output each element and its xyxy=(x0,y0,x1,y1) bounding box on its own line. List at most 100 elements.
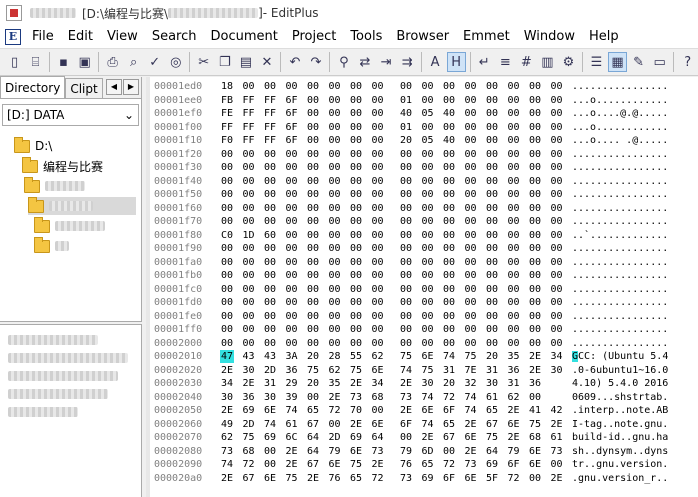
hex-byte[interactable]: 00 xyxy=(349,242,363,255)
hex-byte[interactable]: 00 xyxy=(507,296,521,309)
paste-icon[interactable]: ▤ xyxy=(236,52,255,72)
hex-byte[interactable]: 00 xyxy=(421,215,435,228)
hex-byte[interactable]: 00 xyxy=(371,404,385,417)
hex-byte[interactable]: 2E xyxy=(399,404,413,417)
hex-byte[interactable]: 00 xyxy=(442,161,456,174)
hex-byte[interactable]: 6E xyxy=(263,404,277,417)
hex-byte[interactable]: 00 xyxy=(220,256,234,269)
cut-icon[interactable]: ✂ xyxy=(194,52,213,72)
menu-document[interactable]: Document xyxy=(203,26,284,48)
hex-byte[interactable]: 00 xyxy=(528,161,542,174)
hex-byte[interactable]: 74 xyxy=(421,391,435,404)
hex-byte[interactable]: 00 xyxy=(242,269,256,282)
hex-byte[interactable]: 00 xyxy=(442,242,456,255)
hex-byte[interactable]: 00 xyxy=(464,161,478,174)
hex-byte[interactable]: 34 xyxy=(550,350,564,363)
hex-byte[interactable]: 00 xyxy=(485,310,499,323)
hex-byte[interactable]: 6F xyxy=(442,404,456,417)
hex-byte[interactable]: 00 xyxy=(550,283,564,296)
hex-byte[interactable]: 35 xyxy=(328,377,342,390)
hex-byte[interactable]: 00 xyxy=(285,175,299,188)
hex-byte[interactable]: 00 xyxy=(242,175,256,188)
blurred-file-item[interactable] xyxy=(8,371,118,381)
hex-byte[interactable]: 00 xyxy=(507,337,521,350)
hex-byte[interactable]: 00 xyxy=(485,121,499,134)
hex-byte[interactable]: 00 xyxy=(328,418,342,431)
hex-byte[interactable]: 00 xyxy=(220,242,234,255)
hex-byte[interactable]: 00 xyxy=(263,175,277,188)
hex-byte[interactable]: 79 xyxy=(328,445,342,458)
hex-byte[interactable]: 00 xyxy=(485,296,499,309)
hex-ascii[interactable]: ................ xyxy=(572,188,668,201)
hex-byte[interactable]: 00 xyxy=(528,242,542,255)
hex-byte[interactable]: 6E xyxy=(328,458,342,471)
hex-byte[interactable]: 00 xyxy=(550,80,564,93)
hex-byte[interactable]: 2E xyxy=(507,404,521,417)
hex-byte[interactable]: 00 xyxy=(442,269,456,282)
hex-byte[interactable]: 00 xyxy=(306,94,320,107)
hex-byte[interactable]: 47 xyxy=(220,350,234,363)
hex-byte[interactable]: 00 xyxy=(528,121,542,134)
hex-byte[interactable]: 00 xyxy=(550,269,564,282)
hex-byte[interactable]: 00 xyxy=(242,215,256,228)
hex-byte[interactable]: 00 xyxy=(442,202,456,215)
hex-ascii[interactable]: ................ xyxy=(572,175,668,188)
hex-byte[interactable]: 73 xyxy=(220,445,234,458)
hex-byte[interactable]: 73 xyxy=(349,391,363,404)
menu-file[interactable]: File xyxy=(25,26,61,48)
hex-byte[interactable]: 00 xyxy=(485,323,499,336)
hex-byte[interactable]: 31 xyxy=(485,364,499,377)
hex-byte[interactable]: 72 xyxy=(371,472,385,485)
hex-byte[interactable]: 00 xyxy=(285,256,299,269)
menu-project[interactable]: Project xyxy=(285,26,343,48)
hex-byte[interactable]: 00 xyxy=(485,107,499,120)
hex-byte[interactable]: 69 xyxy=(242,404,256,417)
hex-byte[interactable]: 00 xyxy=(399,310,413,323)
column-select-icon[interactable]: ▥ xyxy=(538,52,557,72)
hex-byte[interactable]: 75 xyxy=(242,431,256,444)
output-window-icon[interactable]: ▭ xyxy=(650,52,669,72)
hex-byte[interactable]: 00 xyxy=(507,323,521,336)
hex-byte[interactable]: 00 xyxy=(528,337,542,350)
hex-ascii[interactable]: ...o............ xyxy=(572,121,668,134)
hex-byte[interactable]: 00 xyxy=(464,323,478,336)
hex-byte[interactable]: 00 xyxy=(485,283,499,296)
hex-ascii[interactable]: ................ xyxy=(572,283,668,296)
hex-byte[interactable]: 00 xyxy=(263,148,277,161)
hex-byte[interactable]: 00 xyxy=(464,148,478,161)
hex-byte[interactable]: 00 xyxy=(371,323,385,336)
hex-byte[interactable]: 74 xyxy=(464,391,478,404)
hex-byte[interactable]: 67 xyxy=(306,458,320,471)
hex-byte[interactable]: 00 xyxy=(464,134,478,147)
hex-byte[interactable]: 00 xyxy=(399,431,413,444)
hex-byte[interactable]: 00 xyxy=(485,215,499,228)
hex-byte[interactable]: 00 xyxy=(328,175,342,188)
hex-byte[interactable]: 00 xyxy=(421,202,435,215)
hex-byte[interactable]: 00 xyxy=(464,256,478,269)
hex-byte[interactable]: 20 xyxy=(399,134,413,147)
hex-byte[interactable]: 36 xyxy=(242,391,256,404)
hex-byte[interactable]: FF xyxy=(263,107,277,120)
tab-scroll-right-icon[interactable]: ▶ xyxy=(123,79,139,95)
hex-byte[interactable]: 6E xyxy=(464,472,478,485)
hex-byte[interactable]: 00 xyxy=(507,148,521,161)
hex-byte[interactable]: 75 xyxy=(306,364,320,377)
hex-byte[interactable]: 00 xyxy=(421,256,435,269)
hex-byte[interactable]: 6E xyxy=(421,350,435,363)
hex-byte[interactable]: 00 xyxy=(464,283,478,296)
hex-ascii[interactable]: ................ xyxy=(572,256,668,269)
hex-byte[interactable]: 00 xyxy=(242,310,256,323)
hex-byte[interactable]: 00 xyxy=(550,229,564,242)
hex-byte[interactable]: 00 xyxy=(328,80,342,93)
hex-byte[interactable]: 00 xyxy=(328,134,342,147)
hex-byte[interactable]: 00 xyxy=(550,121,564,134)
hex-byte[interactable]: 00 xyxy=(285,337,299,350)
hex-byte[interactable]: 00 xyxy=(328,215,342,228)
hex-byte[interactable]: 30 xyxy=(485,377,499,390)
editplus-logo-icon[interactable]: E xyxy=(5,29,21,45)
hex-byte[interactable]: 00 xyxy=(371,215,385,228)
hex-byte[interactable]: 36 xyxy=(507,364,521,377)
hex-byte[interactable]: 00 xyxy=(371,202,385,215)
hex-byte[interactable]: 00 xyxy=(528,391,542,404)
hex-byte[interactable]: 00 xyxy=(285,310,299,323)
